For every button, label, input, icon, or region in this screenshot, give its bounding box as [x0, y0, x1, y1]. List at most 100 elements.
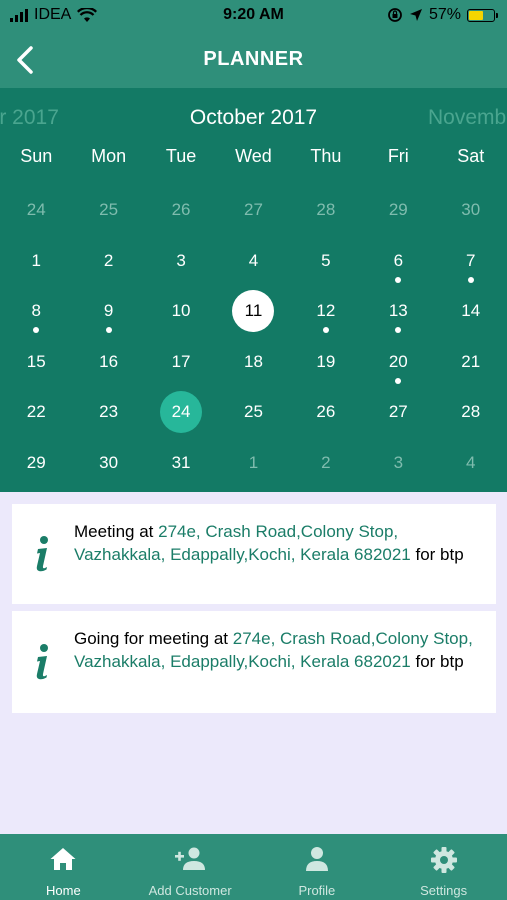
location-arrow-icon	[409, 9, 422, 21]
calendar-day[interactable]: 27	[362, 394, 434, 445]
calendar-day-today[interactable]: 11	[217, 290, 289, 344]
home-icon	[0, 846, 127, 874]
day-number: 6	[393, 250, 404, 270]
calendar-day[interactable]: 16	[72, 344, 144, 395]
day-number: 24	[160, 391, 203, 434]
day-number: 30	[99, 452, 119, 472]
calendar-day[interactable]: 14	[435, 293, 507, 344]
day-number: 12	[316, 301, 336, 321]
day-number: 28	[316, 200, 336, 219]
calendar-day[interactable]: 18	[217, 344, 289, 395]
tab-bar: Home Add Customer Profile Settings	[0, 834, 507, 900]
next-month-label[interactable]: Novemb	[428, 106, 506, 130]
day-number: 30	[461, 200, 481, 219]
day-number: 3	[176, 250, 186, 270]
event-dot	[395, 276, 402, 283]
calendar-day[interactable]: 2	[72, 243, 144, 294]
tab-settings[interactable]: Settings	[380, 834, 507, 900]
event-card[interactable]: Going for meeting at 274e, Crash Road,Co…	[12, 611, 496, 713]
event-suffix: for btp	[410, 651, 464, 671]
calendar-day[interactable]: 3	[145, 243, 217, 294]
calendar-day[interactable]: 8	[0, 293, 72, 344]
calendar-day[interactable]: 23	[72, 394, 144, 445]
tab-profile[interactable]: Profile	[254, 834, 381, 900]
calendar-day[interactable]: 27	[217, 192, 289, 243]
day-number: 27	[388, 402, 408, 422]
day-number: 31	[171, 452, 191, 472]
calendar-day[interactable]: 1	[217, 445, 289, 492]
calendar-day[interactable]: 1	[0, 243, 72, 294]
day-number: 2	[103, 250, 114, 270]
calendar-day[interactable]: 12	[290, 293, 362, 344]
tab-add-customer[interactable]: Add Customer	[127, 834, 254, 900]
tab-home[interactable]: Home	[0, 834, 127, 900]
day-number: 3	[393, 452, 404, 472]
calendar-day[interactable]: 26	[290, 394, 362, 445]
event-dot	[105, 327, 112, 334]
calendar-day[interactable]: 9	[72, 293, 144, 344]
calendar-day[interactable]: 26	[145, 192, 217, 243]
calendar-day[interactable]: 10	[145, 293, 217, 344]
calendar-day[interactable]: 17	[145, 344, 217, 395]
calendar-day[interactable]: 19	[290, 344, 362, 395]
calendar-week: 8 9 10 11 12 13 14	[0, 290, 507, 344]
calendar-day[interactable]: 31	[145, 445, 217, 492]
day-number: 25	[99, 200, 119, 219]
calendar-day[interactable]: 24	[0, 192, 72, 243]
calendar-day[interactable]: 3	[362, 445, 434, 492]
calendar: ber 2017 October 2017 Novemb Sun Mon Tue…	[0, 88, 507, 492]
calendar-day[interactable]: 29	[0, 445, 72, 492]
calendar-day[interactable]: 25	[72, 192, 144, 243]
day-number: 22	[26, 402, 46, 422]
calendar-day[interactable]: 13	[362, 293, 434, 344]
event-dot	[395, 327, 402, 334]
day-number: 14	[461, 301, 481, 321]
battery-icon	[467, 8, 498, 22]
day-number: 25	[244, 402, 263, 422]
page-title: PLANNER	[203, 48, 304, 70]
calendar-day[interactable]: 28	[290, 192, 362, 243]
day-number: 10	[171, 301, 191, 321]
weekday-label: Fri	[387, 146, 409, 166]
calendar-day[interactable]: 21	[435, 344, 507, 395]
calendar-day[interactable]: 2	[290, 445, 362, 492]
weekday-label: Thu	[310, 146, 342, 166]
calendar-day[interactable]: 30	[435, 192, 507, 243]
event-prefix: Meeting at	[74, 522, 159, 541]
calendar-day[interactable]: 6	[362, 243, 434, 294]
nav-bar: PLANNER	[0, 32, 507, 88]
tab-label: Settings	[420, 883, 468, 898]
day-number: 19	[316, 351, 336, 371]
calendar-day[interactable]: 30	[72, 445, 144, 492]
event-dot	[395, 377, 402, 384]
calendar-day[interactable]: 4	[435, 445, 507, 492]
calendar-day[interactable]: 5	[290, 243, 362, 294]
day-number: 5	[321, 250, 331, 270]
calendar-day[interactable]: 25	[217, 394, 289, 445]
day-number: 26	[171, 200, 191, 219]
day-number: 1	[248, 452, 259, 472]
day-number: 16	[99, 351, 119, 371]
calendar-week: 15 16 17 18 19 20 21	[0, 344, 507, 395]
calendar-day[interactable]: 15	[0, 344, 72, 395]
calendar-day[interactable]: 22	[0, 394, 72, 445]
month-header: ber 2017 October 2017 Novemb	[0, 88, 507, 146]
day-number: 20	[388, 351, 408, 371]
weekday-label: Mon	[91, 146, 127, 166]
calendar-week: 22 23 24 25 26 27 28	[0, 391, 507, 445]
day-number: 18	[244, 351, 263, 371]
day-number: 28	[461, 402, 481, 422]
event-card[interactable]: Meeting at 274e, Crash Road,Colony Stop,…	[12, 504, 496, 604]
day-number: 26	[316, 402, 336, 422]
day-number: 23	[99, 402, 119, 422]
calendar-day[interactable]: 20	[362, 344, 434, 395]
event-prefix: Going for meeting at	[74, 629, 233, 648]
calendar-day[interactable]: 4	[217, 243, 289, 294]
weekday-label: Tue	[165, 146, 197, 166]
day-number: 4	[466, 452, 476, 472]
calendar-day[interactable]: 7	[435, 243, 507, 294]
day-number: 7	[466, 250, 476, 270]
calendar-day-selected[interactable]: 24	[145, 391, 217, 445]
calendar-day[interactable]: 28	[435, 394, 507, 445]
calendar-day[interactable]: 29	[362, 192, 434, 243]
